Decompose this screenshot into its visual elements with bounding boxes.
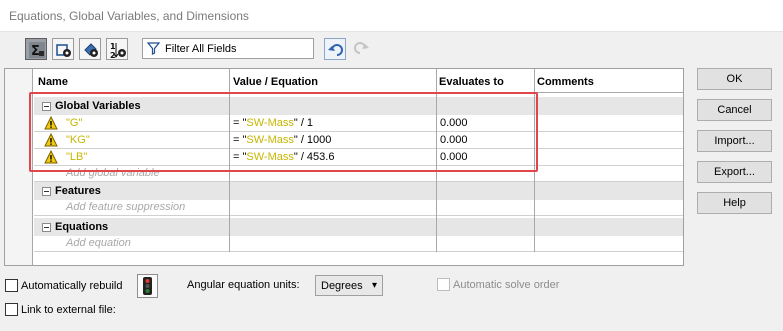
warning-icon bbox=[44, 150, 58, 164]
add-feature-suppression-row[interactable]: Add feature suppression bbox=[34, 200, 683, 216]
evaluates-cell: 0.000 bbox=[440, 134, 468, 146]
collapse-icon[interactable] bbox=[42, 222, 51, 232]
chevron-down-icon: ▾ bbox=[371, 280, 377, 291]
equation-view-icon: Σ bbox=[29, 42, 45, 59]
header-evaluates-to[interactable]: Evaluates to bbox=[439, 76, 504, 88]
table-row[interactable]: "KG" = "SW-Mass" / 1000 0.000 bbox=[34, 132, 683, 149]
header-value-equation[interactable]: Value / Equation bbox=[233, 76, 318, 88]
evaluates-cell: 0.000 bbox=[440, 117, 468, 129]
rebuild-button[interactable] bbox=[137, 274, 158, 298]
ordered-view-icon: 1 2 bbox=[110, 42, 126, 59]
undo-icon bbox=[328, 44, 343, 56]
collapse-icon[interactable] bbox=[42, 186, 51, 196]
equation-view-button[interactable]: Σ bbox=[25, 38, 47, 60]
filter-placeholder: Filter All Fields bbox=[165, 43, 237, 55]
group-label: Features bbox=[55, 185, 101, 197]
angular-units-select[interactable]: Degrees ▾ bbox=[315, 275, 383, 296]
sketch-equation-view-icon bbox=[56, 44, 71, 57]
ordered-view-button[interactable]: 1 2 bbox=[106, 38, 128, 60]
add-global-variable-placeholder[interactable]: Add global variable bbox=[66, 167, 160, 179]
table-row[interactable]: "G" = "SW-Mass" / 1 0.000 bbox=[34, 115, 683, 132]
filter-icon bbox=[147, 42, 160, 55]
filter-input[interactable]: Filter All Fields bbox=[142, 38, 314, 59]
window-title: Equations, Global Variables, and Dimensi… bbox=[9, 9, 249, 23]
group-label: Global Variables bbox=[55, 100, 141, 112]
group-equations[interactable]: Equations bbox=[34, 218, 683, 236]
svg-text:1: 1 bbox=[110, 42, 116, 51]
table-header: Name Value / Equation Evaluates to Comme… bbox=[5, 69, 683, 93]
warning-icon bbox=[44, 133, 58, 147]
collapse-icon[interactable] bbox=[42, 101, 51, 111]
group-global-variables[interactable]: Global Variables bbox=[34, 97, 683, 115]
import-button[interactable]: Import... bbox=[697, 130, 772, 152]
ok-button[interactable]: OK bbox=[697, 68, 772, 90]
redo-button[interactable] bbox=[352, 39, 372, 59]
equation-cell[interactable]: = "SW-Mass" / 1000 bbox=[233, 134, 331, 146]
auto-solve-label: Automatic solve order bbox=[453, 279, 560, 291]
row-selector-column bbox=[5, 93, 33, 265]
link-external-label: Link to external file: bbox=[21, 304, 116, 316]
add-global-variable-row[interactable]: Add global variable bbox=[34, 166, 683, 182]
angular-units-label: Angular equation units: bbox=[187, 279, 300, 291]
variable-name-cell[interactable]: "LB" bbox=[66, 151, 87, 163]
group-features[interactable]: Features bbox=[34, 182, 683, 200]
group-label: Equations bbox=[55, 221, 109, 233]
warning-icon bbox=[44, 116, 58, 130]
link-external-checkbox[interactable] bbox=[5, 303, 18, 316]
svg-text:Σ: Σ bbox=[31, 44, 40, 59]
equations-table: Name Value / Equation Evaluates to Comme… bbox=[4, 68, 684, 266]
equation-cell[interactable]: = "SW-Mass" / 453.6 bbox=[233, 151, 334, 163]
dimension-view-icon bbox=[84, 43, 98, 57]
header-comments[interactable]: Comments bbox=[537, 76, 594, 88]
title-bar: Equations, Global Variables, and Dimensi… bbox=[0, 0, 783, 32]
auto-rebuild-checkbox[interactable] bbox=[5, 279, 18, 292]
add-equation-row[interactable]: Add equation bbox=[34, 236, 683, 252]
undo-button[interactable] bbox=[324, 38, 346, 60]
header-name[interactable]: Name bbox=[38, 76, 68, 88]
add-feature-suppression-placeholder[interactable]: Add feature suppression bbox=[66, 201, 185, 213]
cancel-button[interactable]: Cancel bbox=[697, 99, 772, 121]
redo-icon bbox=[354, 42, 369, 54]
evaluates-cell: 0.000 bbox=[440, 151, 468, 163]
equation-cell[interactable]: = "SW-Mass" / 1 bbox=[233, 117, 313, 129]
auto-rebuild-label: Automatically rebuild bbox=[21, 280, 123, 292]
sketch-equation-view-button[interactable] bbox=[52, 38, 74, 60]
variable-name-cell[interactable]: "G" bbox=[66, 117, 82, 129]
angular-units-value: Degrees bbox=[321, 280, 363, 292]
dimension-view-button[interactable] bbox=[79, 38, 101, 60]
auto-solve-checkbox[interactable] bbox=[437, 278, 450, 291]
variable-name-cell[interactable]: "KG" bbox=[66, 134, 90, 146]
traffic-light-icon bbox=[143, 277, 152, 295]
add-equation-placeholder[interactable]: Add equation bbox=[66, 237, 131, 249]
help-button[interactable]: Help bbox=[697, 192, 772, 214]
export-button[interactable]: Export... bbox=[697, 161, 772, 183]
table-row[interactable]: "LB" = "SW-Mass" / 453.6 0.000 bbox=[34, 149, 683, 166]
